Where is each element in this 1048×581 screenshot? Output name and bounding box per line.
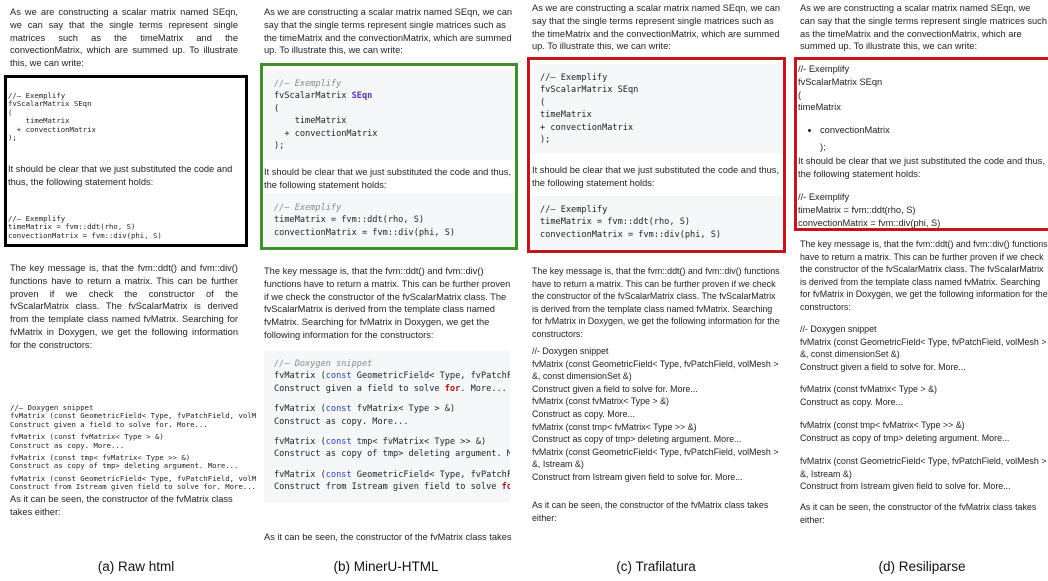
resi-intro-paragraph: As we are constructing a scalar matrix n… bbox=[800, 3, 1047, 52]
resi-group-3: fvMatrix (const tmp< fvMatrix< Type >> &… bbox=[800, 419, 1048, 444]
mineru-code3-text: . More... bbox=[460, 383, 507, 394]
mineru-code3-text: GeometricField< Type, fvPatchField bbox=[356, 469, 510, 480]
mineru-key-paragraph: The key message is, that the fvm::ddt() … bbox=[264, 266, 511, 340]
resi-g3-line: Construct as copy of tmp> deleting argum… bbox=[800, 432, 1010, 443]
traf-highlight-frame bbox=[527, 57, 786, 253]
mineru-code3-keyword: const bbox=[325, 469, 352, 480]
mineru-code3-keyword: for bbox=[501, 482, 510, 493]
caption-trafilatura: (c) Trafilatura bbox=[616, 559, 696, 574]
mineru-highlight-frame bbox=[260, 63, 518, 250]
traf-line: fvMatrix (const tmp< fvMatrix< Type >> &… bbox=[532, 421, 697, 432]
mineru-code3-text: fvMatrix ( bbox=[274, 404, 326, 415]
caption-mineru-html: (b) MinerU-HTML bbox=[333, 559, 439, 574]
mineru-code3-line: fvMatrix (const GeometricField< Type, fv… bbox=[274, 469, 510, 481]
mineru-code3-line: Construct from Istream given field to so… bbox=[274, 481, 510, 493]
mineru-code3-keyword: const bbox=[325, 404, 352, 415]
mineru-code3-text: Construct from Istream given field to so… bbox=[274, 482, 502, 493]
raw-code3-line: Construct from Istream given field to so… bbox=[10, 482, 256, 492]
raw-code-block-3: //– Doxygen snippet fvMatrix (const Geom… bbox=[10, 404, 256, 492]
traf-line: &, const dimensionSet &) bbox=[532, 371, 632, 382]
mineru-code3-line: Construct given a field to solve for. Mo… bbox=[274, 383, 510, 395]
mineru-code3-spacer bbox=[274, 461, 510, 469]
resi-g4-line: fvMatrix (const GeometricField< Type, fv… bbox=[800, 456, 1047, 466]
mineru-code3-keyword: for bbox=[444, 383, 461, 394]
traf-line: fvMatrix (const GeometricField< Type, fv… bbox=[532, 446, 779, 457]
mineru-intro-paragraph: As we are constructing a scalar matrix n… bbox=[264, 7, 513, 56]
resi-key-paragraph: The key message is, that the fvm::ddt() … bbox=[800, 239, 1048, 312]
mineru-code3-text: tmp< fvMatrix< Type >> &) bbox=[351, 437, 487, 448]
traf-line: Construct given a field to solve for. Mo… bbox=[532, 383, 698, 394]
mineru-code-block-3: //– Doxygen snippet fvMatrix (const Geom… bbox=[264, 350, 510, 502]
traf-outro-paragraph: As it can be seen, the constructor of th… bbox=[532, 500, 769, 523]
resi-group-2: fvMatrix (const fvMatrix< Type > &) Cons… bbox=[800, 383, 1048, 408]
mineru-code3-text: Construct given a field to solve bbox=[274, 383, 445, 394]
mineru-code3-text: fvMatrix ( bbox=[274, 469, 326, 480]
resi-g4-line: &, Istream &) bbox=[800, 468, 852, 479]
mineru-code3-keyword: const bbox=[325, 371, 352, 382]
traf-key-paragraph: The key message is, that the fvm::ddt() … bbox=[532, 266, 780, 339]
mineru-outro-paragraph: As it can be seen, the constructor of th… bbox=[264, 532, 512, 542]
raw-highlight-frame bbox=[4, 75, 248, 247]
raw-code3-line: Construct given a field to solve for. Mo… bbox=[10, 419, 208, 429]
traf-line: //- Doxygen snippet bbox=[532, 346, 609, 356]
raw-outro-paragraph: As it can be seen, the constructor of th… bbox=[10, 494, 233, 517]
mineru-code3-line: fvMatrix (const GeometricField< Type, fv… bbox=[274, 370, 510, 382]
mineru-code3-text: fvMatrix< Type > &) bbox=[351, 404, 456, 415]
resi-g3-line: fvMatrix (const tmp< fvMatrix< Type >> &… bbox=[800, 420, 965, 430]
resi-g2-line: fvMatrix (const fvMatrix< Type > &) bbox=[800, 384, 937, 394]
resi-g4-line: Construct from Istream given field to so… bbox=[800, 481, 1011, 492]
mineru-code3-text: fvMatrix ( bbox=[274, 437, 326, 448]
mineru-code3-line: fvMatrix (const fvMatrix< Type > &) bbox=[274, 403, 510, 415]
raw-key-paragraph: The key message is, that the fvm::ddt() … bbox=[10, 263, 238, 350]
traf-line: fvMatrix (const GeometricField< Type, fv… bbox=[532, 358, 779, 369]
raw-code3-line: Construct as copy. More... bbox=[10, 440, 125, 450]
resi-group-1: //- Doxygen snippet fvMatrix (const Geom… bbox=[800, 323, 1048, 373]
mineru-code3-text: GeometricField< Type, fvPatchField bbox=[356, 371, 510, 382]
mineru-code3-line: fvMatrix (const tmp< fvMatrix< Type >> &… bbox=[274, 436, 510, 448]
mineru-code3-text: fvMatrix ( bbox=[274, 371, 326, 382]
mineru-code3-line: Construct as copy of tmp> deleting argum… bbox=[274, 449, 510, 460]
raw-code3-line: Construct as copy of tmp> deleting argum… bbox=[10, 461, 239, 471]
traf-line: fvMatrix (const fvMatrix< Type > &) bbox=[532, 396, 669, 407]
traf-line: Construct as copy of tmp> deleting argum… bbox=[532, 434, 742, 445]
resi-g1-line: &, const dimensionSet &) bbox=[800, 349, 900, 360]
mineru-code3-comment: //– Doxygen snippet bbox=[274, 359, 373, 369]
resi-g1-line: Construct given a field to solve for. Mo… bbox=[800, 361, 966, 372]
mineru-code3-spacer bbox=[274, 428, 510, 436]
mineru-code3-line: Construct as copy. More... bbox=[274, 416, 409, 427]
resi-g1-line: //- Doxygen snippet bbox=[800, 324, 877, 334]
mineru-code3-spacer bbox=[274, 395, 510, 403]
resi-group-4: fvMatrix (const GeometricField< Type, fv… bbox=[800, 455, 1048, 493]
traf-line: Construct from Istream given field to so… bbox=[532, 471, 743, 482]
mineru-code3-keyword: const bbox=[325, 437, 352, 448]
traf-intro-paragraph: As we are constructing a scalar matrix n… bbox=[532, 3, 781, 52]
resi-outro-paragraph: As it can be seen, the constructor of th… bbox=[800, 502, 1037, 525]
resi-g2-line: Construct as copy. More... bbox=[800, 396, 903, 407]
caption-resiliparse: (d) Resiliparse bbox=[878, 559, 966, 574]
caption-raw-html: (a) Raw html bbox=[97, 559, 175, 574]
resi-g1-line: fvMatrix (const GeometricField< Type, fv… bbox=[800, 336, 1047, 347]
traf-line: &, Istream &) bbox=[532, 459, 584, 470]
resi-highlight-frame bbox=[794, 57, 1048, 231]
raw-intro-paragraph: As we are constructing a scalar matrix n… bbox=[10, 7, 238, 69]
traf-doxygen-lines: //- Doxygen snippet fvMatrix (const Geom… bbox=[532, 345, 786, 484]
traf-line: Construct as copy. More... bbox=[532, 408, 635, 419]
